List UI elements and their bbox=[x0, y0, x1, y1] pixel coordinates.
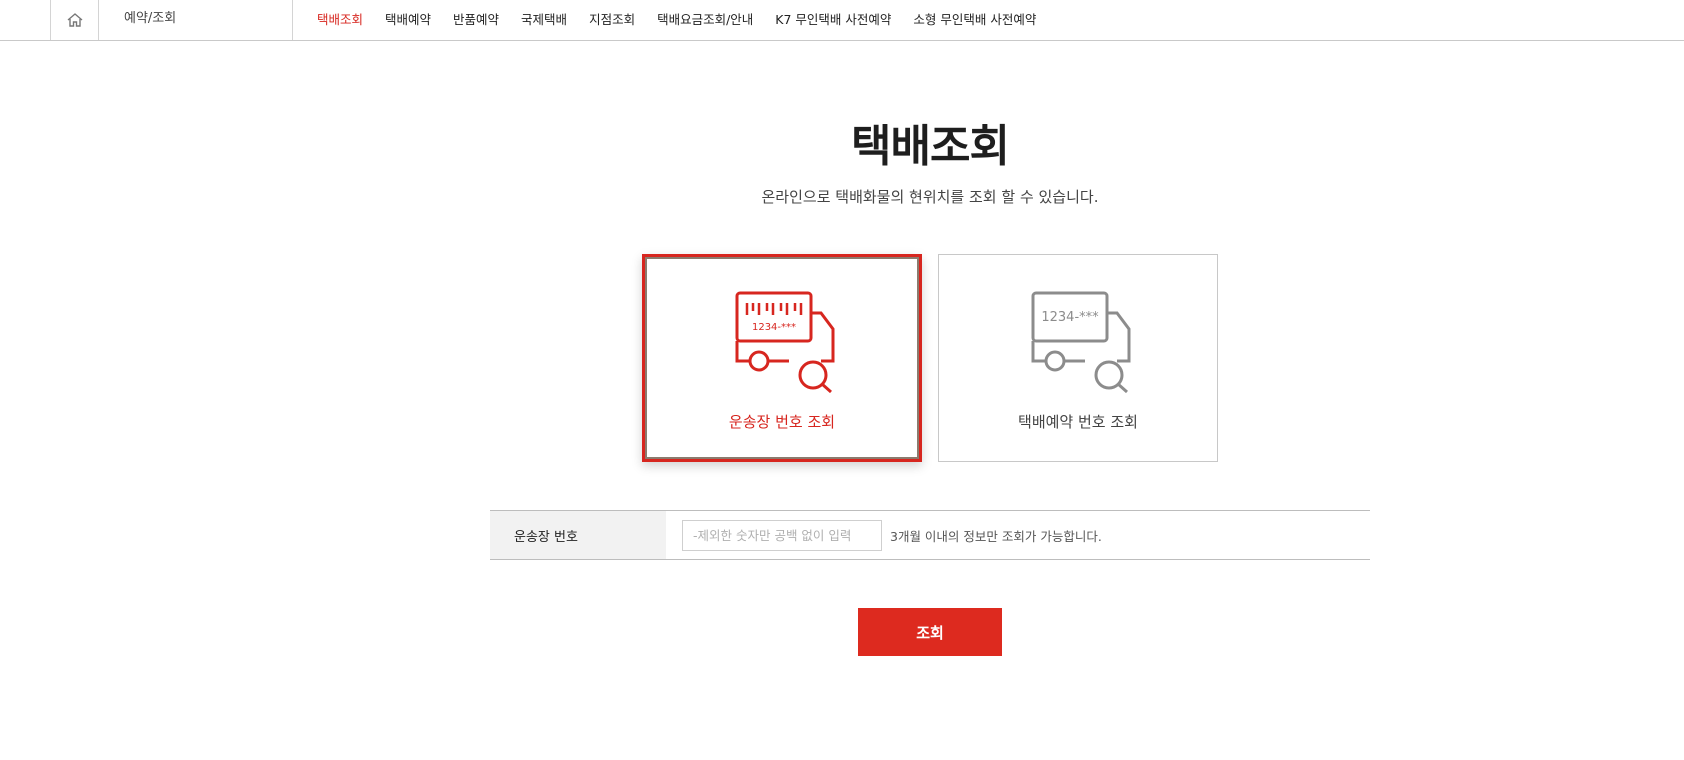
reservation-lookup-option[interactable]: 1234-*** 택배예약 번호 조회 bbox=[938, 254, 1218, 462]
waybill-lookup-label: 운송장 번호 조회 bbox=[728, 413, 836, 431]
page-subtitle: 온라인으로 택배화물의 현위치를 조회 할 수 있습니다. bbox=[761, 188, 1099, 206]
nav-item-small-locker[interactable]: 소형 무인택배 사전예약 bbox=[913, 9, 1036, 28]
lookup-submit-button[interactable]: 조회 bbox=[858, 608, 1002, 656]
reservation-number-text: 1234-*** bbox=[1041, 310, 1099, 325]
nav-item-return-reservation[interactable]: 반품예약 bbox=[453, 9, 499, 28]
waybill-hint: 3개월 이내의 정보만 조회가 가능합니다. bbox=[890, 528, 1102, 544]
waybill-number-input[interactable] bbox=[682, 519, 882, 551]
waybill-lookup-option[interactable]: 1234-*** 운송장 번호 조회 bbox=[642, 254, 922, 462]
nav-item-international[interactable]: 국제택배 bbox=[521, 9, 567, 28]
home-button[interactable] bbox=[50, 0, 99, 40]
nav-item-branch-search[interactable]: 지점조회 bbox=[589, 9, 635, 28]
nav-item-parcel-tracking[interactable]: 택배조회 bbox=[317, 9, 363, 28]
truck-barcode-search-icon: 1234-*** bbox=[735, 291, 835, 393]
home-icon bbox=[67, 13, 82, 27]
nav-item-k7-locker[interactable]: K7 무인택배 사전예약 bbox=[775, 9, 891, 28]
nav-item-parcel-reservation[interactable]: 택배예약 bbox=[385, 9, 431, 28]
section-label[interactable]: 예약/조회 bbox=[99, 0, 293, 40]
nav-item-rates[interactable]: 택배요금조회/안내 bbox=[657, 9, 753, 28]
truck-search-icon: 1234-*** bbox=[1031, 291, 1131, 393]
waybill-field-label: 운송장 번호 bbox=[490, 511, 666, 559]
top-navigation-bar: 예약/조회 택배조회 택배예약 반품예약 국제택배 지점조회 택배요금조회/안내… bbox=[0, 0, 1684, 41]
reservation-lookup-label: 택배예약 번호 조회 bbox=[1018, 413, 1138, 431]
waybill-form-row: 운송장 번호 3개월 이내의 정보만 조회가 가능합니다. bbox=[490, 510, 1370, 560]
barcode-number-text: 1234-*** bbox=[752, 322, 796, 333]
page-title: 택배조회 bbox=[851, 121, 1010, 172]
main-nav: 택배조회 택배예약 반품예약 국제택배 지점조회 택배요금조회/안내 K7 무인… bbox=[317, 0, 1058, 40]
